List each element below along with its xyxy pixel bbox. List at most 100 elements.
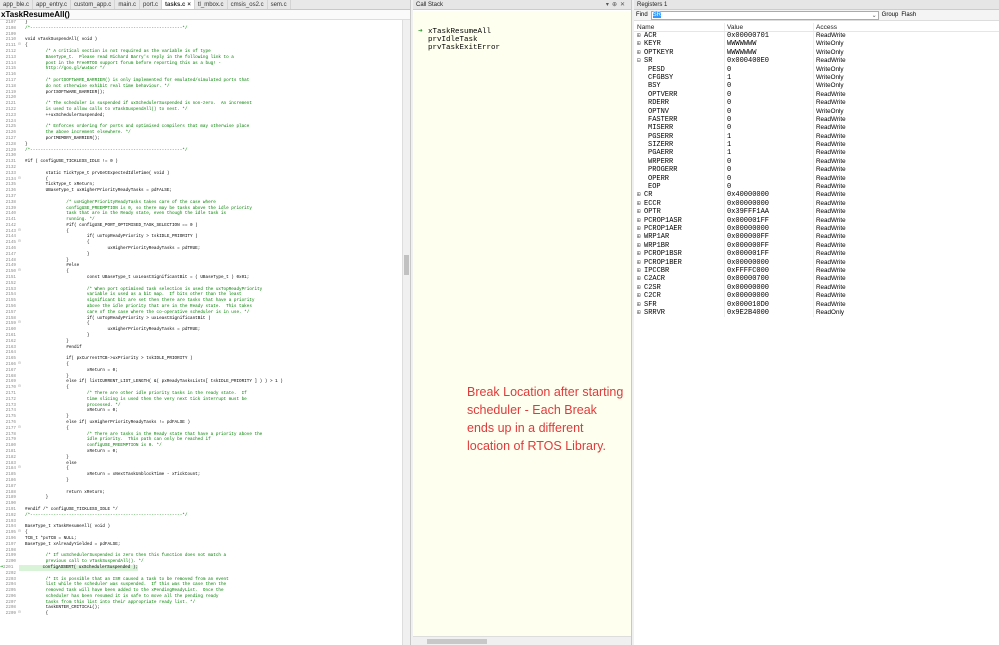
register-value[interactable]: 0x00000700: [725, 275, 814, 284]
register-row[interactable]: OPTNV 0 WriteOnly: [634, 107, 999, 116]
register-row[interactable]: PROGERR 0 ReadWrite: [634, 166, 999, 175]
register-row[interactable]: ⊞ KEYR WWWWWWW WriteOnly: [634, 40, 999, 49]
chevron-down-icon[interactable]: ⌄: [872, 12, 878, 19]
expand-icon[interactable]: ⊞: [637, 32, 644, 40]
register-row[interactable]: EOP 0 ReadWrite: [634, 183, 999, 192]
register-value[interactable]: 0x000000FF: [725, 233, 814, 242]
register-value[interactable]: 0: [725, 65, 814, 74]
expand-icon[interactable]: ⊞: [637, 208, 644, 216]
register-value[interactable]: 0x00000000: [725, 224, 814, 234]
register-value[interactable]: 0x000400E0: [725, 57, 814, 66]
expand-icon[interactable]: ⊞: [637, 284, 644, 292]
register-value[interactable]: 0: [725, 124, 814, 133]
editor-vertical-scrollbar[interactable]: [402, 20, 410, 645]
column-header-name[interactable]: Name: [634, 23, 725, 31]
close-icon[interactable]: ×: [187, 2, 191, 8]
register-row[interactable]: FASTERR 0 ReadWrite: [634, 115, 999, 125]
register-value[interactable]: 0: [725, 82, 814, 91]
register-row[interactable]: CFGBSY 1 WriteOnly: [634, 73, 999, 83]
register-value[interactable]: 0x39FFF1AA: [725, 208, 814, 217]
register-row[interactable]: ⊞ SFR 0x000010D0 ReadWrite: [634, 300, 999, 309]
register-value[interactable]: 0x00000000: [725, 283, 814, 293]
editor-tab[interactable]: app_entry.c: [33, 0, 71, 9]
register-row[interactable]: ⊞ IPCCBR 0xFFFFC000 ReadWrite: [634, 266, 999, 276]
register-value[interactable]: 0x00000000: [725, 199, 814, 209]
register-row[interactable]: ⊞ OPTKEYR WWWWWWW WriteOnly: [634, 48, 999, 58]
register-row[interactable]: SIZERR 1 ReadWrite: [634, 141, 999, 150]
register-row[interactable]: MISERR 0 ReadWrite: [634, 124, 999, 133]
register-value[interactable]: 1: [725, 73, 814, 83]
register-row[interactable]: ⊞ PCROP1BSR 0x000001FF ReadWrite: [634, 250, 999, 259]
register-row[interactable]: PGSERR 1 ReadWrite: [634, 132, 999, 142]
call-stack-frame[interactable]: prvTaskExitError: [418, 44, 631, 52]
register-row[interactable]: WRPERR 0 ReadWrite: [634, 157, 999, 167]
register-value[interactable]: WWWWWWW: [725, 40, 814, 49]
register-value[interactable]: 0: [725, 99, 814, 108]
register-row[interactable]: ⊞ PCROP1ASR 0x000001FF ReadWrite: [634, 216, 999, 225]
register-row[interactable]: ⊞ PCROP1BER 0x00000000 ReadWrite: [634, 258, 999, 267]
register-value[interactable]: 0x000010D0: [725, 300, 814, 309]
expand-icon[interactable]: ⊞: [637, 200, 644, 208]
register-value[interactable]: 0: [725, 90, 814, 100]
register-row[interactable]: BSY 0 WriteOnly: [634, 82, 999, 91]
register-value[interactable]: 0x9E2B4000: [725, 308, 814, 318]
register-value[interactable]: 0: [725, 107, 814, 116]
editor-tab[interactable]: app_ble.c: [0, 0, 34, 9]
expand-icon[interactable]: ⊞: [637, 301, 644, 309]
editor-tab[interactable]: main.c: [115, 0, 140, 9]
register-row[interactable]: ⊞ PCROP1AER 0x00000000 ReadWrite: [634, 224, 999, 234]
call-stack-frame[interactable]: ➜ xTaskResumeAll: [418, 28, 631, 36]
expand-icon[interactable]: ⊞: [637, 250, 644, 258]
register-value[interactable]: 0x00000000: [725, 292, 814, 301]
scrollbar-thumb[interactable]: [427, 639, 487, 644]
register-row[interactable]: ⊞ ECCR 0x00000000 ReadWrite: [634, 199, 999, 209]
register-value[interactable]: 0xFFFFC000: [725, 266, 814, 276]
column-header-value[interactable]: Value: [725, 23, 814, 31]
register-row[interactable]: PESD 0 WriteOnly: [634, 65, 999, 74]
editor-tab[interactable]: port.c: [140, 0, 162, 9]
register-value[interactable]: 0: [725, 166, 814, 175]
editor-tab[interactable]: cmsis_os2.c: [228, 0, 268, 9]
expand-icon[interactable]: ⊞: [637, 242, 644, 250]
expand-icon[interactable]: ⊞: [637, 40, 644, 48]
expand-icon[interactable]: ⊞: [637, 191, 644, 199]
register-value[interactable]: 1: [725, 141, 814, 150]
register-value[interactable]: 0x00000701: [725, 32, 814, 41]
register-value[interactable]: 0: [725, 115, 814, 125]
collapse-icon[interactable]: ⊟: [637, 57, 644, 65]
register-value[interactable]: 0x00000000: [725, 258, 814, 267]
code-view[interactable]: 2107} 2108/*-----------------------------…: [0, 20, 410, 645]
editor-tab[interactable]: tl_mbox.c: [195, 0, 228, 9]
expand-icon[interactable]: ⊞: [637, 275, 644, 283]
group-value[interactable]: Flash: [901, 12, 916, 18]
register-row[interactable]: ⊞ OPTR 0x39FFF1AA ReadWrite: [634, 208, 999, 217]
register-value[interactable]: 0x000001FF: [725, 250, 814, 259]
expand-icon[interactable]: ⊞: [637, 49, 644, 57]
register-value[interactable]: 0: [725, 183, 814, 192]
find-input[interactable]: SR ⌄: [650, 10, 879, 20]
expand-icon[interactable]: ⊞: [637, 225, 644, 233]
register-row[interactable]: ⊟ SR 0x000400E0 ReadWrite: [634, 57, 999, 66]
register-value[interactable]: 0x40000000: [725, 191, 814, 200]
register-value[interactable]: 0: [725, 157, 814, 167]
register-value[interactable]: 1: [725, 132, 814, 142]
close-icon[interactable]: ✕: [620, 2, 628, 8]
register-row[interactable]: ⊞ WRP1BR 0x000000FF ReadWrite: [634, 241, 999, 251]
editor-tab[interactable]: tasks.c ×: [162, 0, 195, 9]
register-row[interactable]: ⊞ C2ACR 0x00000700 ReadWrite: [634, 275, 999, 284]
expand-icon[interactable]: ⊞: [637, 292, 644, 300]
column-header-access[interactable]: Access: [814, 23, 894, 31]
editor-tab[interactable]: sem.c: [268, 0, 291, 9]
call-stack-horizontal-scrollbar[interactable]: [413, 636, 631, 645]
scrollbar-thumb[interactable]: [404, 255, 409, 275]
register-value[interactable]: 1: [725, 149, 814, 158]
register-row[interactable]: ⊞ ACR 0x00000701 ReadWrite: [634, 32, 999, 41]
register-value[interactable]: 0x000000FF: [725, 241, 814, 251]
register-value[interactable]: 0x000001FF: [725, 216, 814, 225]
register-row[interactable]: ⊞ WRP1AR 0x000000FF ReadWrite: [634, 233, 999, 242]
register-row[interactable]: PGAERR 1 ReadWrite: [634, 149, 999, 158]
register-row[interactable]: ⊞ C2SR 0x00000000 ReadWrite: [634, 283, 999, 293]
register-row[interactable]: ⊞ C2CR 0x00000000 ReadWrite: [634, 292, 999, 301]
expand-icon[interactable]: ⊞: [637, 233, 644, 241]
register-value[interactable]: WWWWWWW: [725, 48, 814, 58]
